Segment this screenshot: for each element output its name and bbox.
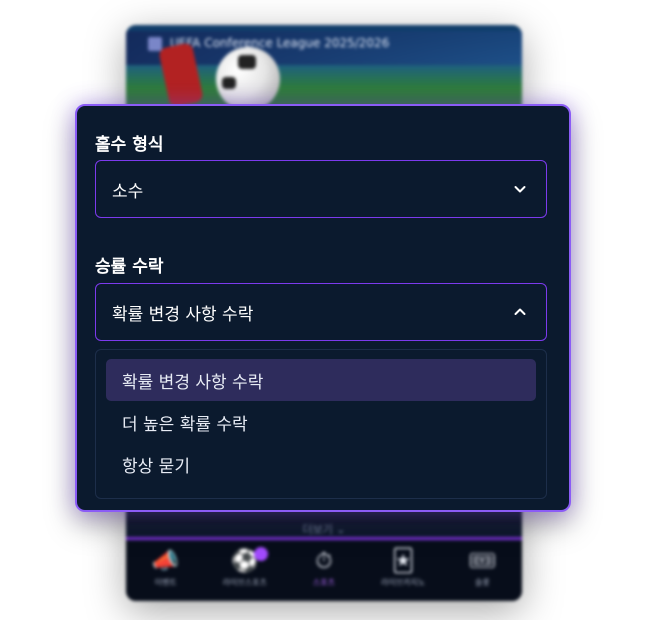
tab-events[interactable]: 📣 이벤트 bbox=[136, 549, 196, 588]
odds-acceptance-value: 확률 변경 사항 수락 bbox=[112, 304, 254, 325]
tabbar-divider bbox=[126, 537, 522, 540]
odds-format-value: 소수 bbox=[112, 181, 144, 202]
odds-settings-panel: 홀수 형식 소수 승률 수락 확률 변경 사항 수락 확률 변경 사항 수락 더… bbox=[75, 104, 571, 512]
hero-banner-image: UEFA Conference League 2025/2026 bbox=[126, 25, 522, 115]
ticket-icon: 🎟 bbox=[468, 549, 497, 574]
bottom-tab-bar: 📣 이벤트 ⚽ 라이브스포츠 ⏱ 스포츠 🃏 라이브카지노 🎟 슬롯 bbox=[126, 541, 522, 601]
megaphone-icon: 📣 bbox=[151, 549, 180, 574]
tab-label: 이벤트 bbox=[154, 578, 177, 587]
tab-label: 스포츠 bbox=[312, 578, 336, 587]
odds-acceptance-dropdown-menu: 확률 변경 사항 수락 더 높은 확률 수락 항상 묻기 bbox=[95, 349, 547, 499]
tab-sports[interactable]: ⏱ 스포츠 bbox=[294, 549, 354, 588]
odds-format-label: 홀수 형식 bbox=[95, 135, 164, 155]
chevron-down-icon bbox=[512, 181, 528, 197]
tab-live-casino[interactable]: 🃏 라이브카지노 bbox=[373, 549, 433, 588]
cards-icon: 🃏 bbox=[391, 549, 415, 574]
menu-option-accept-higher[interactable]: 더 높은 확률 수락 bbox=[106, 401, 536, 443]
menu-option-always-ask[interactable]: 항상 묻기 bbox=[106, 443, 536, 485]
odds-acceptance-select[interactable]: 확률 변경 사항 수락 bbox=[95, 283, 547, 341]
menu-option-accept-changes[interactable]: 확률 변경 사항 수락 bbox=[106, 359, 536, 401]
tab-label: 라이브카지노 bbox=[381, 578, 426, 587]
more-link[interactable]: 더보기 ⌄ bbox=[126, 521, 522, 537]
soccer-ball-image bbox=[216, 47, 280, 111]
league-logo-icon bbox=[148, 37, 162, 51]
stopwatch-icon: ⏱ bbox=[315, 549, 333, 574]
odds-format-select[interactable]: 소수 bbox=[95, 160, 547, 218]
tab-label: 슬롯 bbox=[474, 578, 490, 587]
chevron-up-icon bbox=[512, 304, 528, 320]
tab-label: 라이브스포츠 bbox=[222, 578, 267, 587]
hero-title: UEFA Conference League 2025/2026 bbox=[170, 36, 390, 50]
tab-slots[interactable]: 🎟 슬롯 bbox=[452, 549, 512, 588]
odds-acceptance-label: 승률 수락 bbox=[95, 257, 164, 277]
notification-badge bbox=[254, 547, 268, 561]
